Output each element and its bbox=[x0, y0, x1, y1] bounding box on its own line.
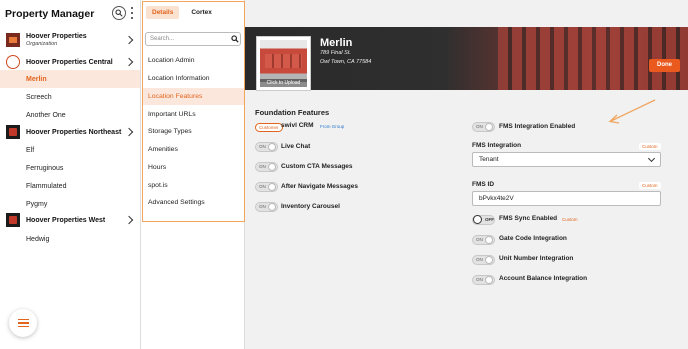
account-balance-toggle[interactable]: ON bbox=[472, 275, 495, 285]
tab-cortex[interactable]: Cortex bbox=[185, 6, 218, 19]
fms-integration-value: Tenant bbox=[479, 156, 499, 163]
custom-cta-label: Custom CTA Messages bbox=[281, 163, 353, 170]
section-title: Foundation Features bbox=[255, 108, 330, 117]
org-subtitle: Organization bbox=[26, 41, 58, 47]
menu-item-advanced-settings[interactable]: Advanced Settings bbox=[143, 194, 244, 211]
chevron-right-icon[interactable] bbox=[124, 215, 134, 225]
menu-fab-button[interactable] bbox=[9, 309, 37, 337]
live-chat-label: Live Chat bbox=[281, 143, 311, 150]
fms-integration-select[interactable]: Tenant bbox=[472, 152, 661, 167]
customer-pill[interactable]: Customer bbox=[255, 123, 283, 132]
fms-id-label: FMS ID bbox=[472, 181, 495, 188]
search-icon[interactable] bbox=[231, 35, 239, 43]
storage-facility-image bbox=[260, 40, 307, 82]
after-navigate-label: After Navigate Messages bbox=[281, 183, 358, 190]
custom-badge: Custom bbox=[639, 143, 661, 150]
menu-item-amenities[interactable]: Amenities bbox=[143, 141, 244, 158]
location-street: 789 Final St. bbox=[320, 50, 351, 56]
after-navigate-toggle[interactable]: ON bbox=[255, 182, 278, 192]
done-button[interactable]: Done bbox=[649, 59, 680, 72]
location-city: Owl Town, CA 77584 bbox=[320, 59, 372, 65]
app-title: Property Manager bbox=[5, 7, 95, 20]
gate-code-toggle[interactable]: ON bbox=[472, 235, 495, 245]
menu-item-location-features[interactable]: Location Features bbox=[143, 88, 244, 105]
live-chat-toggle[interactable]: ON bbox=[255, 142, 278, 152]
tree-org-hoover-properties[interactable]: Hoover Properties Organization bbox=[0, 28, 140, 52]
menu-item-location-information[interactable]: Location Information bbox=[143, 70, 244, 87]
fms-integration-enabled-toggle[interactable]: ON bbox=[472, 122, 495, 132]
location-thumbnail-upload[interactable]: Click to Upload bbox=[256, 36, 311, 91]
annotation-arrow-icon bbox=[608, 99, 656, 124]
menu-item-important-urls[interactable]: Important URLs bbox=[143, 106, 244, 123]
fms-id-input[interactable]: bPvkx4te2V bbox=[472, 191, 661, 206]
menu-item-spot-is[interactable]: spot.is bbox=[143, 177, 244, 194]
fms-sync-toggle[interactable]: OFF bbox=[472, 215, 495, 225]
fms-integration-label: FMS Integration bbox=[472, 142, 522, 149]
org-name: Hoover Properties West bbox=[26, 216, 106, 224]
menu-search-input[interactable]: Search... bbox=[145, 32, 241, 46]
org-name: Hoover Properties Northeast bbox=[26, 128, 122, 136]
location-banner bbox=[245, 27, 688, 90]
tab-details[interactable]: Details bbox=[146, 6, 180, 19]
custom-cta-toggle[interactable]: ON bbox=[255, 162, 278, 172]
org-logo-icon bbox=[6, 213, 20, 227]
fms-sync-label: FMS Sync Enabled bbox=[499, 215, 558, 222]
chevron-down-icon bbox=[647, 154, 656, 163]
fms-integration-enabled-label: FMS Integration Enabled bbox=[499, 123, 576, 130]
menu-tabs: Details Cortex bbox=[146, 6, 218, 19]
more-options-icon[interactable] bbox=[130, 7, 134, 19]
tree-location-hedwig[interactable]: Hedwig bbox=[0, 230, 140, 248]
chevron-right-icon[interactable] bbox=[124, 57, 134, 67]
property-tree-panel: Property Manager Hoover Properties Organ… bbox=[0, 0, 141, 349]
location-features-page: Click to Upload Merlin 789 Final St. Owl… bbox=[245, 0, 688, 349]
menu-item-hours[interactable]: Hours bbox=[143, 159, 244, 176]
chevron-right-icon[interactable] bbox=[124, 127, 134, 137]
tree-location-screech[interactable]: Screech bbox=[0, 88, 140, 106]
custom-badge: Custom bbox=[639, 182, 661, 189]
tree-location-elf[interactable]: Elf bbox=[0, 141, 140, 159]
custom-badge: Custom bbox=[562, 217, 578, 222]
search-icon[interactable] bbox=[112, 6, 126, 20]
tree-location-merlin[interactable]: Merlin bbox=[0, 70, 140, 88]
account-balance-label: Account Balance Integration bbox=[499, 275, 588, 282]
settings-menu-panel: Details Cortex Search... Location Admin … bbox=[141, 0, 245, 349]
unit-number-label: Unit Number Integration bbox=[499, 255, 574, 262]
fms-id-value: bPvkx4te2V bbox=[479, 195, 514, 202]
gate-code-label: Gate Code Integration bbox=[499, 235, 567, 242]
upload-caption: Click to Upload bbox=[260, 79, 307, 87]
hamburger-icon bbox=[17, 318, 29, 321]
menu-item-storage-types[interactable]: Storage Types bbox=[143, 123, 244, 140]
chevron-right-icon[interactable] bbox=[124, 35, 134, 45]
location-name: Merlin bbox=[320, 37, 353, 49]
org-logo-icon bbox=[6, 33, 20, 47]
inventory-carousel-label: Inventory Carousel bbox=[281, 203, 340, 210]
org-logo-icon bbox=[6, 125, 20, 139]
menu-item-location-admin[interactable]: Location Admin bbox=[143, 52, 244, 69]
org-name: Hoover Properties Central bbox=[26, 58, 113, 66]
tree-org-hoover-properties-west[interactable]: Hoover Properties West bbox=[0, 208, 140, 232]
from-group-tag: From Group bbox=[320, 124, 345, 129]
swivl-crm-label: swivl CRM bbox=[281, 122, 314, 129]
tree-location-ferruginous[interactable]: Ferruginous bbox=[0, 159, 140, 177]
inventory-carousel-toggle[interactable]: ON bbox=[255, 202, 278, 212]
org-name: Hoover Properties bbox=[26, 33, 87, 40]
tree-location-flammulated[interactable]: Flammulated bbox=[0, 177, 140, 195]
unit-number-toggle[interactable]: ON bbox=[472, 255, 495, 265]
org-logo-icon bbox=[6, 55, 20, 69]
property-manager-header: Property Manager bbox=[0, 0, 140, 27]
